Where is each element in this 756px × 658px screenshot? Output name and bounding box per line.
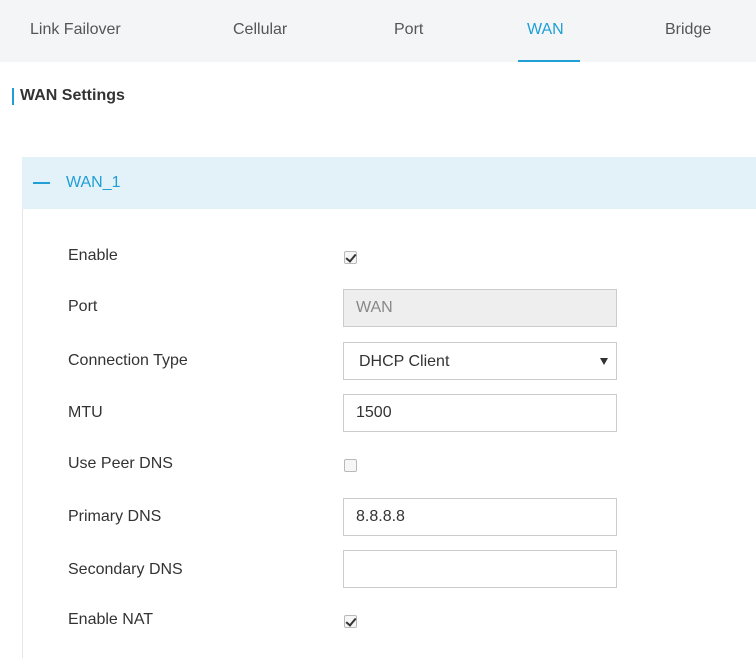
- minus-icon[interactable]: [33, 182, 50, 184]
- section-title: WAN Settings: [20, 87, 125, 104]
- use-peer-dns-label: Use Peer DNS: [68, 455, 173, 472]
- port-field: [343, 289, 617, 327]
- primary-dns-label: Primary DNS: [68, 508, 162, 525]
- connection-type-select[interactable]: DHCP Client: [343, 342, 617, 380]
- use-peer-dns-checkbox[interactable]: [344, 459, 357, 472]
- primary-dns-field[interactable]: [343, 498, 617, 536]
- panel-title: WAN_1: [66, 174, 121, 191]
- mtu-field[interactable]: [343, 394, 617, 432]
- connection-type-value: DHCP Client: [359, 353, 450, 370]
- enable-label: Enable: [68, 247, 118, 264]
- port-label: Port: [68, 298, 98, 315]
- wan-panel-header[interactable]: WAN_1: [22, 157, 756, 209]
- enable-nat-checkbox[interactable]: [344, 615, 357, 628]
- tab-bridge[interactable]: Bridge: [665, 21, 711, 39]
- tab-link-failover[interactable]: Link Failover: [30, 21, 121, 39]
- active-tab-indicator: [518, 60, 580, 62]
- tab-cellular[interactable]: Cellular: [233, 21, 287, 39]
- mtu-label: MTU: [68, 404, 103, 421]
- section-accent-bar: [12, 88, 14, 105]
- connection-type-label: Connection Type: [68, 352, 188, 369]
- secondary-dns-field[interactable]: [343, 550, 617, 588]
- enable-checkbox[interactable]: [344, 251, 357, 264]
- enable-nat-label: Enable NAT: [68, 611, 154, 628]
- tab-port[interactable]: Port: [394, 21, 423, 39]
- secondary-dns-label: Secondary DNS: [68, 561, 183, 578]
- caret-down-icon: [600, 358, 608, 365]
- tab-wan[interactable]: WAN: [527, 21, 564, 39]
- tab-bar: Link Failover Cellular Port WAN Bridge: [0, 0, 756, 62]
